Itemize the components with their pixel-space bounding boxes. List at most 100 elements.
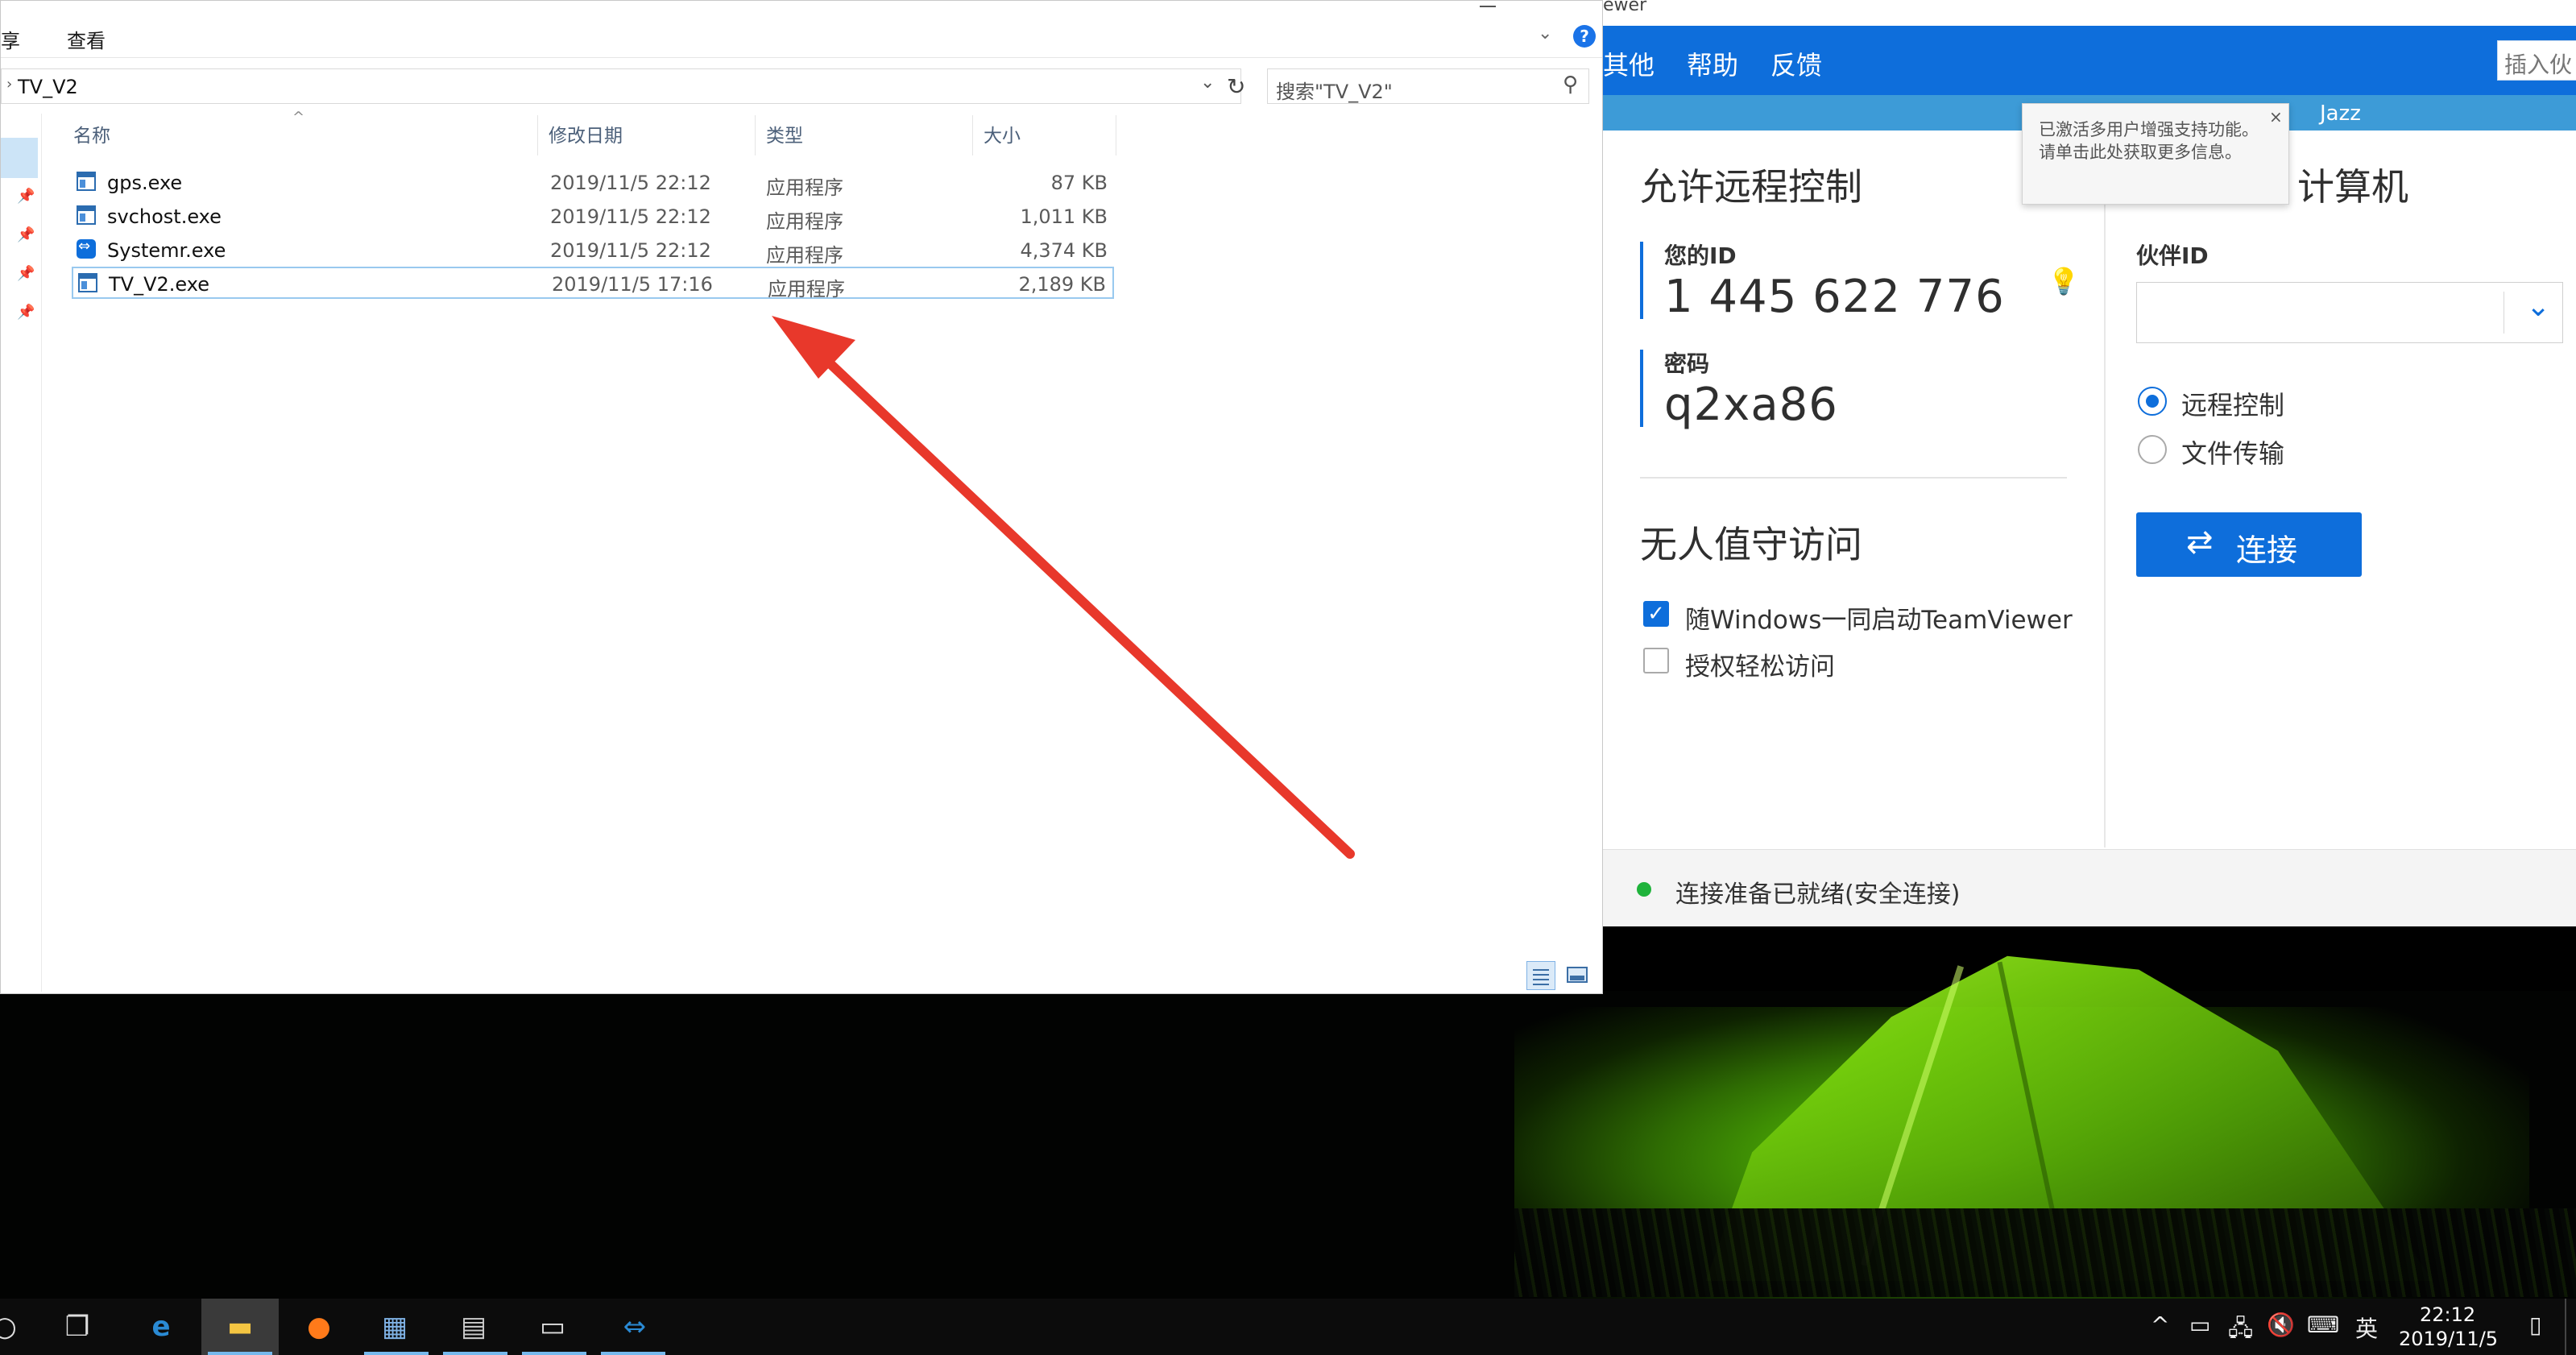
chevron-right-icon[interactable]: › bbox=[6, 76, 12, 93]
address-bar[interactable]: › TV_V2 ⌄ bbox=[1, 68, 1241, 104]
your-id-value: 1 445 622 776 bbox=[1664, 271, 2005, 323]
edge-icon[interactable]: e bbox=[142, 1310, 180, 1344]
file-type: 应用程序 bbox=[766, 176, 843, 199]
file-explorer-icon[interactable]: ▬ bbox=[221, 1310, 259, 1344]
sort-ascending-icon: ^ bbox=[292, 109, 305, 126]
search-icon[interactable]: ○ bbox=[0, 1310, 24, 1344]
input-language[interactable]: 英 bbox=[2355, 1311, 2378, 1344]
network-icon[interactable]: ▤ bbox=[454, 1310, 493, 1344]
file-transfer-radio[interactable] bbox=[2138, 435, 2167, 464]
tv-titlebar: ewer bbox=[1603, 0, 2576, 26]
remote-control-label[interactable]: 远程控制 bbox=[2181, 385, 2284, 422]
firefox-icon[interactable]: ● bbox=[300, 1310, 338, 1344]
divider bbox=[2104, 131, 2106, 847]
notification-icon[interactable]: ▯ bbox=[2529, 1311, 2541, 1338]
help-icon[interactable]: ? bbox=[1573, 25, 1596, 48]
teamviewer-icon bbox=[77, 238, 96, 259]
column-header-size[interactable]: 大小 bbox=[984, 120, 1021, 147]
file-row-selected[interactable]: TV_V2.exe 2019/11/5 17:16 应用程序 2,189 KB bbox=[72, 267, 1114, 300]
wallpaper-grass bbox=[1514, 1208, 2576, 1297]
file-name: TV_V2.exe bbox=[109, 273, 209, 296]
start-with-windows-checkbox[interactable]: ✓ bbox=[1643, 601, 1669, 627]
ribbon-tab-share[interactable]: 享 bbox=[1, 25, 20, 53]
connect-button[interactable]: ⇄ 连接 bbox=[2136, 512, 2362, 577]
address-path[interactable]: TV_V2 bbox=[18, 76, 78, 98]
active-indicator bbox=[443, 1352, 507, 1355]
network-status-icon[interactable]: 🖧 bbox=[2228, 1311, 2253, 1350]
show-desktop-button[interactable] bbox=[2565, 1299, 2566, 1355]
lightbulb-icon[interactable]: 💡 bbox=[2048, 266, 2080, 296]
file-row[interactable]: Systemr.exe 2019/11/5 22:12 应用程序 4,374 K… bbox=[72, 234, 1114, 267]
server-manager-icon[interactable]: ▦ bbox=[375, 1310, 414, 1344]
file-name: gps.exe bbox=[107, 172, 183, 194]
clock-date[interactable]: 2019/11/5 bbox=[2399, 1328, 2498, 1350]
file-transfer-label[interactable]: 文件传输 bbox=[2181, 433, 2284, 470]
column-separator[interactable] bbox=[972, 115, 973, 155]
file-name: svchost.exe bbox=[107, 205, 222, 228]
search-input[interactable]: 搜索"TV_V2" ⚲ bbox=[1267, 68, 1589, 104]
easy-access-checkbox[interactable] bbox=[1643, 648, 1669, 673]
minimize-icon[interactable] bbox=[1480, 1, 1496, 7]
control-remote-title: 计算机 bbox=[2297, 165, 2408, 209]
pin-icon[interactable]: 📌 bbox=[17, 226, 35, 243]
active-indicator bbox=[522, 1352, 586, 1355]
pin-icon[interactable]: 📌 bbox=[17, 304, 35, 321]
tooltip-text[interactable]: 已激活多用户增强支持功能。请单击此处获取更多信息。 bbox=[2039, 118, 2264, 164]
terminal-icon[interactable]: ▭ bbox=[533, 1310, 572, 1344]
file-type: 应用程序 bbox=[766, 210, 843, 233]
column-separator[interactable] bbox=[537, 115, 538, 155]
file-size: 2,189 KB bbox=[1018, 273, 1106, 296]
your-id-label: 您的ID bbox=[1664, 242, 1737, 269]
pin-icon[interactable]: 📌 bbox=[17, 188, 35, 205]
remote-control-radio[interactable] bbox=[2138, 387, 2167, 416]
nav-selected-item[interactable] bbox=[1, 138, 38, 178]
file-row[interactable]: gps.exe 2019/11/5 22:12 应用程序 87 KB bbox=[72, 167, 1114, 199]
refresh-icon[interactable]: ↻ bbox=[1227, 73, 1245, 100]
partner-id-label: 伙伴ID bbox=[2136, 242, 2209, 269]
column-header-name[interactable]: 名称 bbox=[73, 120, 110, 147]
status-dot-icon bbox=[1637, 882, 1651, 897]
file-date: 2019/11/5 22:12 bbox=[550, 172, 711, 194]
file-name: Systemr.exe bbox=[107, 239, 226, 262]
partner-id-input[interactable] bbox=[2136, 282, 2563, 343]
large-icons-view-icon[interactable] bbox=[1563, 961, 1591, 988]
clock-time[interactable]: 22:12 bbox=[2420, 1303, 2475, 1326]
password-label: 密码 bbox=[1664, 350, 1710, 377]
battery-icon[interactable]: ▭ bbox=[2189, 1311, 2210, 1338]
start-with-windows-label[interactable]: 随Windows一同启动TeamViewer bbox=[1685, 599, 2073, 636]
address-dropdown-icon[interactable]: ⌄ bbox=[1200, 73, 1215, 93]
id-accent-bar bbox=[1640, 242, 1643, 319]
volume-muted-icon[interactable]: 🔇 bbox=[2267, 1311, 2295, 1338]
status-bar: 连接准备已就绪(安全连接) bbox=[1603, 849, 2576, 926]
file-row[interactable]: svchost.exe 2019/11/5 22:12 应用程序 1,011 K… bbox=[72, 201, 1114, 233]
active-indicator bbox=[208, 1352, 272, 1355]
tv-menu-help[interactable]: 帮助 bbox=[1687, 45, 1738, 82]
file-date: 2019/11/5 17:16 bbox=[552, 273, 713, 296]
task-view-icon[interactable]: ❐ bbox=[58, 1310, 97, 1344]
pin-icon[interactable]: 📌 bbox=[17, 265, 35, 282]
multi-user-tooltip[interactable]: 已激活多用户增强支持功能。请单击此处获取更多信息。 × bbox=[2022, 103, 2289, 205]
swap-arrows-icon: ⇄ bbox=[2186, 524, 2214, 561]
column-separator[interactable] bbox=[755, 115, 756, 155]
chevron-down-icon[interactable]: ⌄ bbox=[2526, 290, 2550, 323]
easy-access-label[interactable]: 授权轻松访问 bbox=[1685, 646, 1835, 682]
tv-menu-feedback[interactable]: 反馈 bbox=[1770, 45, 1822, 82]
keyboard-icon[interactable]: ⌨ bbox=[2307, 1311, 2339, 1338]
tv-search-input[interactable]: 插入伙 bbox=[2497, 40, 2576, 81]
teamviewer-icon[interactable]: ⇔ bbox=[615, 1310, 654, 1344]
search-icon[interactable]: ⚲ bbox=[1563, 73, 1578, 97]
tv-menu-other[interactable]: 其他 bbox=[1603, 45, 1655, 82]
connect-label: 连接 bbox=[2236, 532, 2298, 568]
chevron-up-icon[interactable]: ^ bbox=[2151, 1311, 2169, 1338]
taskbar: ○ ❐ e ▬ ● ▦ ▤ ▭ ⇔ ^ ▭ 🖧 🔇 ⌨ 英 22:12 2019… bbox=[0, 1299, 2576, 1355]
password-accent-bar bbox=[1640, 350, 1643, 427]
ribbon-tab-view[interactable]: 查看 bbox=[67, 25, 106, 53]
file-date: 2019/11/5 22:12 bbox=[550, 205, 711, 228]
column-header-date[interactable]: 修改日期 bbox=[549, 120, 623, 147]
chevron-down-icon[interactable]: ⌄ bbox=[1538, 23, 1555, 44]
file-date: 2019/11/5 22:12 bbox=[550, 239, 711, 262]
teamviewer-window: ewer 其他 帮助 反馈 插入伙 Jazz 允许远程控制 计算机 您的ID 1… bbox=[1603, 0, 2576, 926]
details-view-icon[interactable] bbox=[1526, 961, 1555, 990]
close-icon[interactable]: × bbox=[2269, 107, 2283, 126]
column-header-type[interactable]: 类型 bbox=[766, 120, 803, 147]
